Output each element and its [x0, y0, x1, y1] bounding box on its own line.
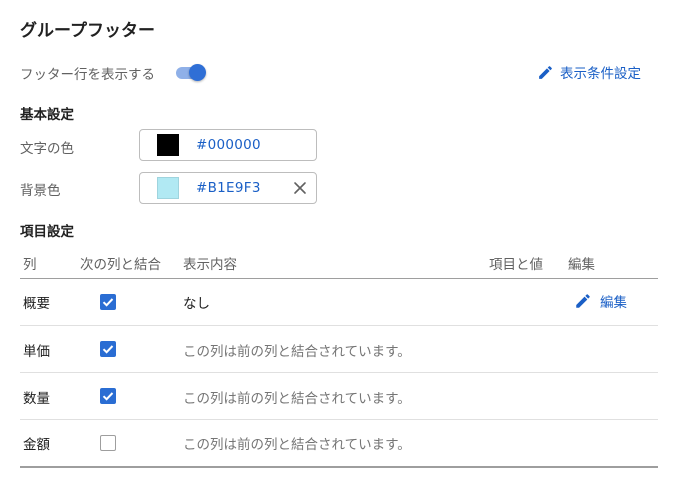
column-header-item-value: 項目と値	[489, 257, 543, 273]
merge-checkbox[interactable]	[100, 294, 116, 310]
check-icon	[102, 345, 114, 354]
row-divider	[20, 419, 658, 420]
edit-button[interactable]: 編集	[574, 291, 627, 311]
toggle-thumb	[189, 64, 206, 81]
column-header-column: 列	[23, 257, 37, 273]
footer-toggle-label: フッター行を表示する	[20, 67, 155, 83]
table-header-divider	[20, 278, 658, 279]
merge-checkbox[interactable]	[100, 435, 116, 451]
row-name: 概要	[23, 296, 50, 312]
text-color-field[interactable]: #000000	[139, 129, 317, 161]
display-condition-label: 表示条件設定	[560, 66, 641, 82]
table-bottom-divider	[20, 466, 658, 468]
row-name: 金額	[23, 437, 50, 453]
bg-color-label: 背景色	[20, 183, 61, 199]
column-header-merge: 次の列と結合	[80, 257, 161, 273]
row-name: 単価	[23, 344, 50, 360]
text-color-label: 文字の色	[20, 141, 74, 157]
row-divider	[20, 325, 658, 326]
clear-icon[interactable]	[292, 180, 308, 196]
edit-label: 編集	[600, 295, 627, 311]
row-content: この列は前の列と結合されています。	[183, 391, 411, 407]
text-color-value: #000000	[196, 137, 261, 153]
bg-color-swatch[interactable]	[157, 177, 179, 199]
pencil-icon	[576, 294, 590, 308]
merge-checkbox[interactable]	[100, 388, 116, 404]
footer-toggle-switch[interactable]	[176, 64, 206, 82]
row-content: この列は前の列と結合されています。	[183, 437, 411, 453]
check-icon	[102, 392, 114, 401]
check-icon	[102, 298, 114, 307]
row-name: 数量	[23, 391, 50, 407]
merge-checkbox[interactable]	[100, 341, 116, 357]
basic-settings-heading: 基本設定	[20, 107, 74, 123]
row-content: なし	[183, 296, 210, 312]
row-content: この列は前の列と結合されています。	[183, 344, 411, 360]
text-color-swatch[interactable]	[157, 134, 179, 156]
column-header-edit: 編集	[568, 257, 595, 273]
column-header-content: 表示内容	[183, 257, 237, 273]
display-condition-button[interactable]: 表示条件設定	[537, 62, 641, 82]
bg-color-field[interactable]: #B1E9F3	[139, 172, 317, 204]
bg-color-value: #B1E9F3	[196, 180, 261, 196]
row-divider	[20, 372, 658, 373]
pencil-icon	[539, 65, 552, 79]
item-settings-heading: 項目設定	[20, 224, 74, 240]
page-title: グループフッター	[20, 21, 155, 41]
